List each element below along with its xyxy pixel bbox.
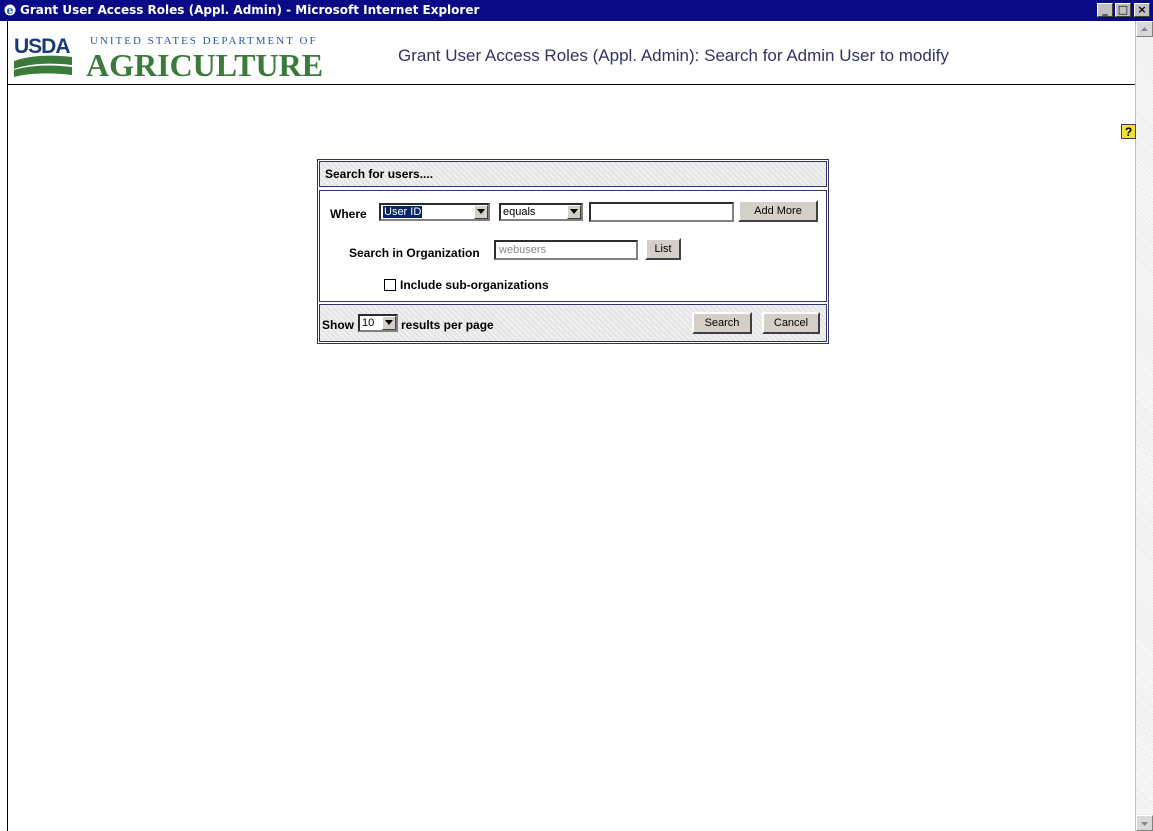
close-button[interactable]: × xyxy=(1134,3,1150,17)
chevron-down-icon[interactable] xyxy=(382,316,396,330)
show-label: Show xyxy=(322,318,354,332)
operator-select-value: equals xyxy=(503,206,536,218)
form-footer: Show 10 results per page Search Cancel xyxy=(319,304,827,342)
organization-input[interactable]: webusers xyxy=(494,240,638,260)
window-title-bar: e Grant User Access Roles (Appl. Admin) … xyxy=(0,0,1153,21)
svg-text:?: ? xyxy=(1125,125,1132,139)
per-page-select[interactable]: 10 xyxy=(358,314,398,332)
search-button[interactable]: Search xyxy=(692,312,752,334)
page-header: USDA UNITED STATES DEPARTMENT OF AGRICUL… xyxy=(8,21,1135,85)
page-title: Grant User Access Roles (Appl. Admin): S… xyxy=(398,46,949,65)
scroll-up-icon[interactable] xyxy=(1136,21,1153,37)
where-label: Where xyxy=(330,207,367,221)
logo-dept-text: UNITED STATES DEPARTMENT OF xyxy=(90,35,318,47)
usda-logo: USDA UNITED STATES DEPARTMENT OF AGRICUL… xyxy=(14,35,323,83)
form-heading: Search for users.... xyxy=(319,161,827,187)
operator-select[interactable]: equals xyxy=(499,203,583,221)
cancel-button[interactable]: Cancel xyxy=(762,312,820,334)
attribute-select-value: User ID xyxy=(383,206,423,218)
search-value-input[interactable] xyxy=(589,202,734,222)
scroll-down-icon[interactable] xyxy=(1136,815,1153,831)
chevron-down-icon[interactable] xyxy=(567,205,581,219)
attribute-select[interactable]: User ID xyxy=(379,203,490,221)
include-sub-orgs-checkbox[interactable] xyxy=(384,279,396,291)
search-users-form: Search for users.... Where User ID equal… xyxy=(317,159,829,344)
vertical-scrollbar[interactable] xyxy=(1135,21,1153,831)
org-label: Search in Organization xyxy=(349,246,480,260)
logo-usda-text: USDA xyxy=(14,35,70,58)
list-button[interactable]: List xyxy=(645,238,681,260)
add-more-button[interactable]: Add More xyxy=(738,200,818,222)
maximize-button[interactable]: □ xyxy=(1115,3,1131,17)
window-left-border xyxy=(0,21,8,831)
ie-icon: e xyxy=(4,4,16,17)
per-page-value: 10 xyxy=(362,317,375,329)
chevron-down-icon[interactable] xyxy=(474,205,488,219)
minimize-button[interactable]: _ xyxy=(1097,3,1113,17)
logo-word-text: AGRICULTURE xyxy=(86,47,323,83)
window-title: Grant User Access Roles (Appl. Admin) - … xyxy=(20,3,480,17)
include-sub-orgs-label: Include sub-organizations xyxy=(400,278,549,292)
form-body: Where User ID equals Add More Search in … xyxy=(319,190,827,302)
per-page-label: results per page xyxy=(401,318,494,332)
help-icon[interactable]: ? xyxy=(1121,124,1136,139)
svg-text:e: e xyxy=(7,4,14,17)
